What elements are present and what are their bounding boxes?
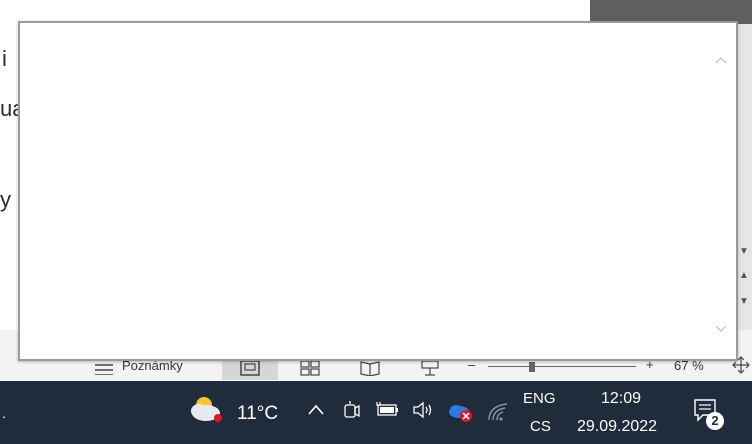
taskbar-left-stub: . (2, 405, 6, 421)
clock-time[interactable]: 12:09 (601, 390, 641, 408)
normal-view-icon (240, 360, 260, 376)
next-page-icon[interactable]: ▼ (738, 296, 750, 308)
zoom-slider-thumb[interactable] (529, 362, 536, 372)
notes-icon[interactable] (95, 363, 113, 375)
chevron-down-icon[interactable] (714, 322, 728, 336)
wifi-icon[interactable] (487, 400, 511, 422)
document-scrollbar[interactable]: ▼ ▲ ▼ (736, 24, 752, 354)
slide-sorter-icon[interactable] (300, 360, 320, 376)
slideshow-icon[interactable] (420, 360, 440, 376)
weather-widget-icon[interactable] (188, 393, 226, 427)
input-language-secondary[interactable]: CS (530, 418, 551, 435)
onedrive-error-icon[interactable] (447, 400, 475, 424)
reading-view-icon[interactable] (360, 360, 380, 376)
clock-date[interactable]: 29.09.2022 (577, 418, 657, 436)
windows-taskbar: . 11°C ENG CS 12:09 29.09.2022 2 (0, 381, 752, 444)
notification-count-badge: 2 (706, 412, 724, 430)
volume-icon[interactable] (412, 400, 436, 420)
scroll-down-icon[interactable]: ▼ (738, 246, 750, 258)
popup-scrollbar[interactable] (712, 29, 730, 347)
chevron-up-icon[interactable] (307, 403, 325, 417)
weather-temperature[interactable]: 11°C (237, 403, 278, 425)
notification-center-button[interactable]: 2 (693, 398, 725, 430)
document-text-fragment: i (2, 46, 7, 71)
input-language-primary[interactable]: ENG (523, 390, 556, 407)
chevron-up-icon[interactable] (714, 53, 728, 67)
prev-page-icon[interactable]: ▲ (738, 270, 750, 282)
meet-now-icon[interactable] (343, 400, 361, 422)
zoom-slider-track[interactable] (488, 366, 636, 367)
popup-panel (18, 21, 738, 361)
battery-charging-icon[interactable] (375, 402, 401, 418)
document-text-fragment: y (0, 187, 11, 212)
